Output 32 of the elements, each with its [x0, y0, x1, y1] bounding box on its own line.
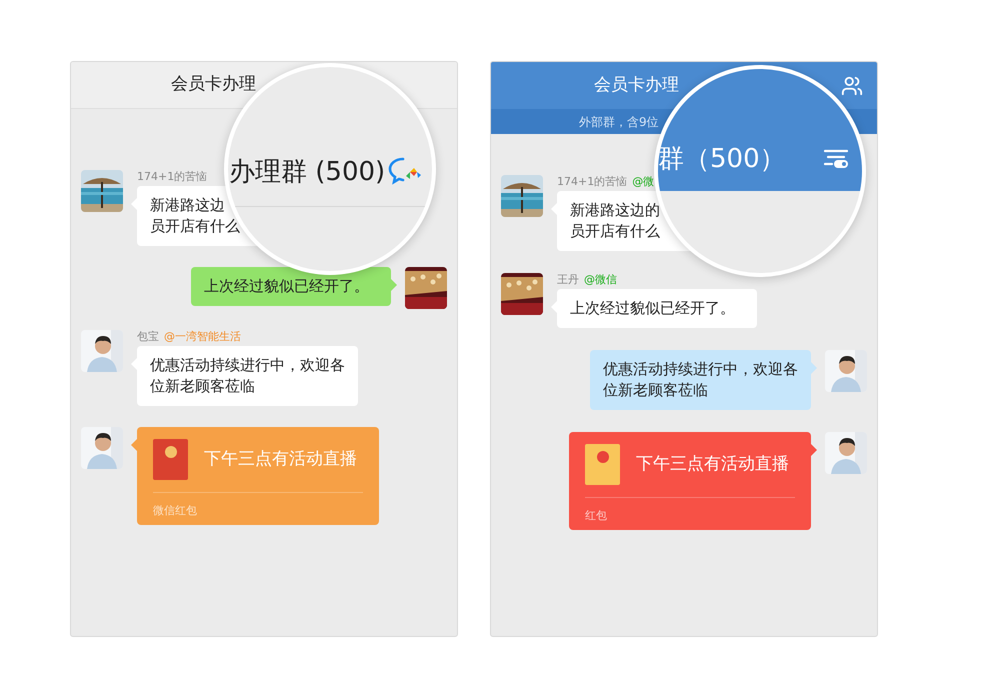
sender-name: 174+1的苦恼	[137, 170, 208, 184]
message-line: 位新老顾客莅临	[150, 376, 256, 397]
message-line: 新港路这边	[150, 195, 226, 216]
packet-title: 下午三点有活动直播	[204, 448, 357, 471]
sender-name: 174+1的苦恼	[557, 175, 628, 189]
message-line: 上次经过貌似已经开了。	[570, 298, 736, 319]
packet-title: 下午三点有活动直播	[636, 452, 789, 476]
members-icon[interactable]	[841, 74, 863, 96]
group-info: 外部群，含9位	[579, 114, 659, 130]
message-line: 优惠活动持续进行中，欢迎各	[150, 355, 345, 376]
chat-title: 会员卡办理	[171, 73, 256, 96]
packet-label: 红包	[585, 509, 607, 522]
sender-tag: @微信	[584, 273, 617, 287]
message-line: 位新老顾客莅临	[603, 380, 709, 401]
money-packet-card[interactable]: 下午三点有活动直播 微信红包	[137, 427, 379, 525]
message-line: 员开店有什么	[150, 216, 241, 237]
magnified-title: 办理群 (500)	[229, 156, 386, 188]
message-line: 新港路这边的	[570, 200, 661, 221]
message-line: 员开店有什么	[570, 221, 661, 242]
sender-name: 包宝	[137, 330, 159, 344]
sender-name: 王丹	[557, 273, 579, 287]
money-packet-card[interactable]: 下午三点有活动直播 红包	[569, 432, 811, 530]
chat-title: 会员卡办理	[594, 74, 679, 97]
sender-tag: @一湾智能生活	[164, 330, 241, 344]
filter-icon	[824, 149, 848, 171]
chat-icon	[388, 156, 422, 186]
sender-tag: @微	[632, 175, 654, 189]
message-line: 优惠活动持续进行中，欢迎各	[603, 359, 798, 380]
bubble-tail	[811, 444, 817, 456]
packet-label: 微信红包	[153, 504, 197, 517]
message-line: 上次经过貌似已经开了。	[204, 276, 370, 297]
magnified-title: 群（500）	[658, 143, 786, 175]
